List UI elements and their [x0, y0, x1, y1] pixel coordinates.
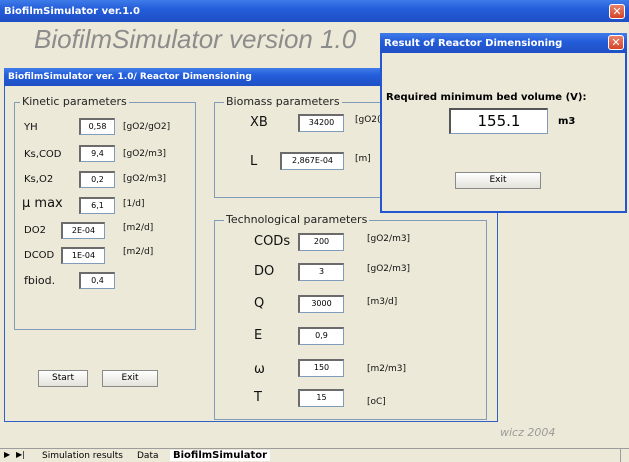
- unit-do: [gO2/m3]: [367, 264, 411, 274]
- tab-bar-scroll-handle[interactable]: [620, 449, 629, 462]
- label-do: DO: [254, 264, 275, 279]
- label-dcod: DCOD: [24, 250, 55, 261]
- tab-simulation-results[interactable]: Simulation results: [42, 451, 123, 461]
- input-do[interactable]: 3: [298, 263, 344, 281]
- unit-dcod: [m2/d]: [123, 247, 154, 257]
- kinetic-legend: Kinetic parameters: [20, 95, 129, 108]
- input-cods[interactable]: 200: [298, 233, 344, 251]
- unit-ks-cod: [gO2/m3]: [123, 149, 167, 159]
- dialog-title: Result of Reactor Dimensioning: [384, 37, 563, 49]
- label-cods: CODs: [254, 234, 291, 249]
- inner-title: BiofilmSimulator ver. 1.0/ Reactor Dimen…: [8, 72, 252, 82]
- label-l: L: [250, 154, 258, 169]
- dialog-titlebar: Result of Reactor Dimensioning: [380, 33, 627, 53]
- unit-yh: [gO2/gO2]: [123, 122, 171, 132]
- outer-titlebar: BiofilmSimulator ver.1.0: [0, 0, 629, 22]
- input-mu-max[interactable]: 6,1: [79, 197, 115, 214]
- dialog-exit-button[interactable]: Exit: [455, 172, 541, 189]
- input-do2[interactable]: 2E-04: [61, 222, 105, 239]
- label-ks-o2: Ks,O2: [24, 174, 54, 185]
- unit-q: [m3/d]: [367, 297, 398, 307]
- unit-t: [oC]: [367, 397, 386, 407]
- start-button[interactable]: Start: [38, 370, 88, 387]
- input-q[interactable]: 3000: [298, 295, 344, 313]
- label-t: T: [254, 390, 262, 405]
- tab-nav-next-icon[interactable]: ▶: [4, 450, 10, 459]
- label-mu-max: μ max: [22, 196, 63, 211]
- input-omega[interactable]: 150: [298, 359, 344, 377]
- unit-l: [m]: [355, 154, 371, 164]
- technological-legend: Technological parameters: [224, 213, 370, 226]
- app-banner: BiofilmSimulator version 1.0: [34, 24, 357, 54]
- outer-close-button[interactable]: ✕: [609, 4, 625, 19]
- tab-data[interactable]: Data: [137, 451, 159, 461]
- kinetic-parameters-group: [14, 102, 196, 330]
- bed-volume-label: Required minimum bed volume (V):: [386, 92, 587, 103]
- unit-do2: [m2/d]: [123, 223, 154, 233]
- unit-ks-o2: [gO2/m3]: [123, 174, 167, 184]
- exit-button[interactable]: Exit: [102, 370, 158, 387]
- label-xb: XB: [250, 115, 268, 130]
- outer-title: BiofilmSimulator ver.1.0: [4, 5, 140, 17]
- bed-volume-value: 155.1: [449, 108, 548, 134]
- input-yh[interactable]: 0,58: [79, 118, 115, 135]
- tab-biofilmsimulator[interactable]: BiofilmSimulator: [170, 450, 271, 461]
- label-e: E: [254, 328, 263, 343]
- unit-cods: [gO2/m3]: [367, 234, 411, 244]
- input-t[interactable]: 15: [298, 389, 344, 407]
- input-l[interactable]: 2,867E-04: [280, 152, 344, 170]
- dialog-close-button[interactable]: ✕: [608, 35, 624, 50]
- unit-omega: [m2/m3]: [367, 364, 407, 374]
- bed-volume-unit: m3: [558, 116, 576, 127]
- input-ks-cod[interactable]: 9,4: [79, 145, 115, 162]
- input-xb[interactable]: 34200: [298, 114, 344, 132]
- input-e[interactable]: 0,9: [298, 327, 344, 345]
- footer-credit: wicz 2004: [500, 426, 556, 439]
- input-fbiod[interactable]: 0,4: [79, 272, 115, 289]
- tab-nav-last-icon[interactable]: ▶|: [16, 450, 25, 459]
- label-yh: YH: [24, 122, 38, 133]
- label-ks-cod: Ks,COD: [24, 149, 62, 160]
- input-ks-o2[interactable]: 0,2: [79, 171, 115, 188]
- label-fbiod: fbiod.: [24, 274, 56, 287]
- input-dcod[interactable]: 1E-04: [61, 247, 105, 264]
- label-do2: DO2: [24, 225, 46, 236]
- label-omega: ω: [254, 362, 265, 377]
- unit-mu-max: [1/d]: [123, 199, 145, 209]
- biomass-legend: Biomass parameters: [224, 95, 342, 108]
- label-q: Q: [254, 296, 265, 311]
